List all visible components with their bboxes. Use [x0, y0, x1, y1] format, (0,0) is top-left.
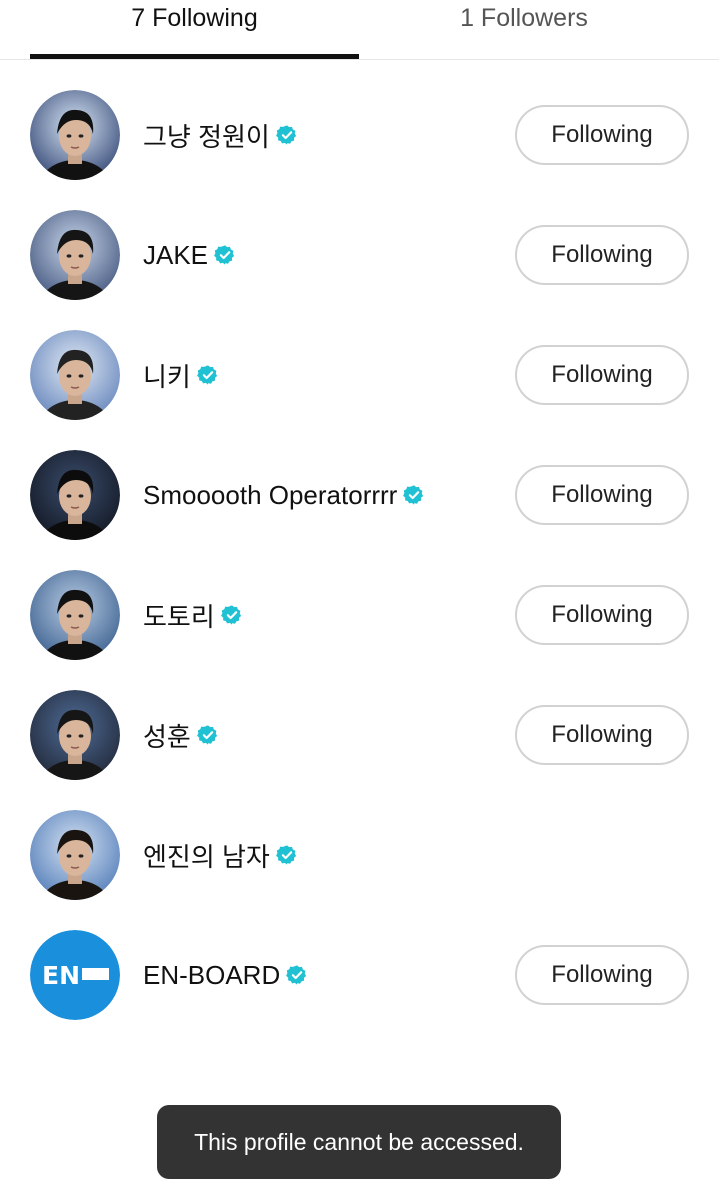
user-row[interactable]: 엔진의 남자 — [0, 780, 719, 900]
verified-badge-icon — [220, 604, 243, 626]
toast-notification: This profile cannot be accessed. — [157, 1105, 561, 1179]
user-name-group[interactable]: 도토리 — [143, 592, 243, 638]
user-row[interactable]: 성훈 Following — [0, 660, 719, 780]
verified-badge-icon — [214, 244, 236, 266]
user-row[interactable]: 도토리 Following — [0, 540, 719, 660]
follow-tabs: 7 Following 1 Followers — [0, 0, 719, 60]
avatar[interactable] — [30, 450, 120, 540]
brand-logo-avatar[interactable]: EN — [30, 930, 120, 1020]
tab-followers[interactable]: 1 Followers — [359, 0, 689, 60]
following-button[interactable]: Following — [515, 225, 689, 285]
user-name: 니키 — [143, 361, 191, 392]
user-name-group[interactable]: JAKE — [143, 232, 236, 278]
user-name: 도토리 — [143, 601, 215, 632]
verified-badge-icon — [196, 724, 219, 746]
user-name: 엔진의 남자 — [143, 841, 270, 872]
following-button[interactable]: Following — [515, 705, 689, 765]
toast-message: This profile cannot be accessed. — [194, 1128, 524, 1155]
user-name-group[interactable]: 그냥 정원이 — [143, 112, 298, 158]
verified-badge-icon — [275, 844, 298, 866]
user-name-group[interactable]: 니키 — [143, 352, 219, 398]
tab-following-label: 7 Following — [131, 4, 258, 32]
avatar[interactable] — [30, 330, 120, 420]
following-button[interactable]: Following — [515, 465, 689, 525]
user-row[interactable]: 그냥 정원이 Following — [0, 60, 719, 180]
user-row[interactable]: 니키 Following — [0, 300, 719, 420]
verified-badge-icon — [403, 484, 425, 506]
avatar[interactable] — [30, 210, 120, 300]
avatar[interactable] — [30, 90, 120, 180]
active-tab-indicator — [30, 54, 359, 59]
user-name: EN-BOARD — [143, 959, 281, 990]
user-row[interactable]: Smooooth Operatorrrr Following — [0, 420, 719, 540]
following-button[interactable]: Following — [515, 105, 689, 165]
avatar[interactable] — [30, 570, 120, 660]
verified-badge-icon — [286, 964, 308, 986]
user-row[interactable]: JAKE Following — [0, 180, 719, 300]
avatar[interactable] — [30, 690, 120, 780]
following-button[interactable]: Following — [515, 345, 689, 405]
user-name: 그냥 정원이 — [143, 121, 270, 152]
user-name-group[interactable]: 성훈 — [143, 712, 219, 758]
tab-followers-label: 1 Followers — [460, 4, 588, 32]
user-name: Smooooth Operatorrrr — [143, 479, 398, 510]
verified-badge-icon — [275, 124, 298, 146]
user-name: JAKE — [143, 239, 209, 270]
following-button[interactable]: Following — [515, 585, 689, 645]
following-button[interactable]: Following — [515, 945, 689, 1005]
user-name-group[interactable]: Smooooth Operatorrrr — [143, 472, 425, 518]
tab-following[interactable]: 7 Following — [30, 0, 359, 60]
user-row[interactable]: EN EN-BOARD Following — [0, 900, 719, 1020]
user-name-group[interactable]: EN-BOARD — [143, 952, 308, 998]
user-name-group[interactable]: 엔진의 남자 — [143, 832, 298, 878]
avatar[interactable] — [30, 810, 120, 900]
user-name: 성훈 — [143, 721, 191, 752]
verified-badge-icon — [196, 364, 219, 386]
logo-text: EN — [42, 961, 80, 990]
